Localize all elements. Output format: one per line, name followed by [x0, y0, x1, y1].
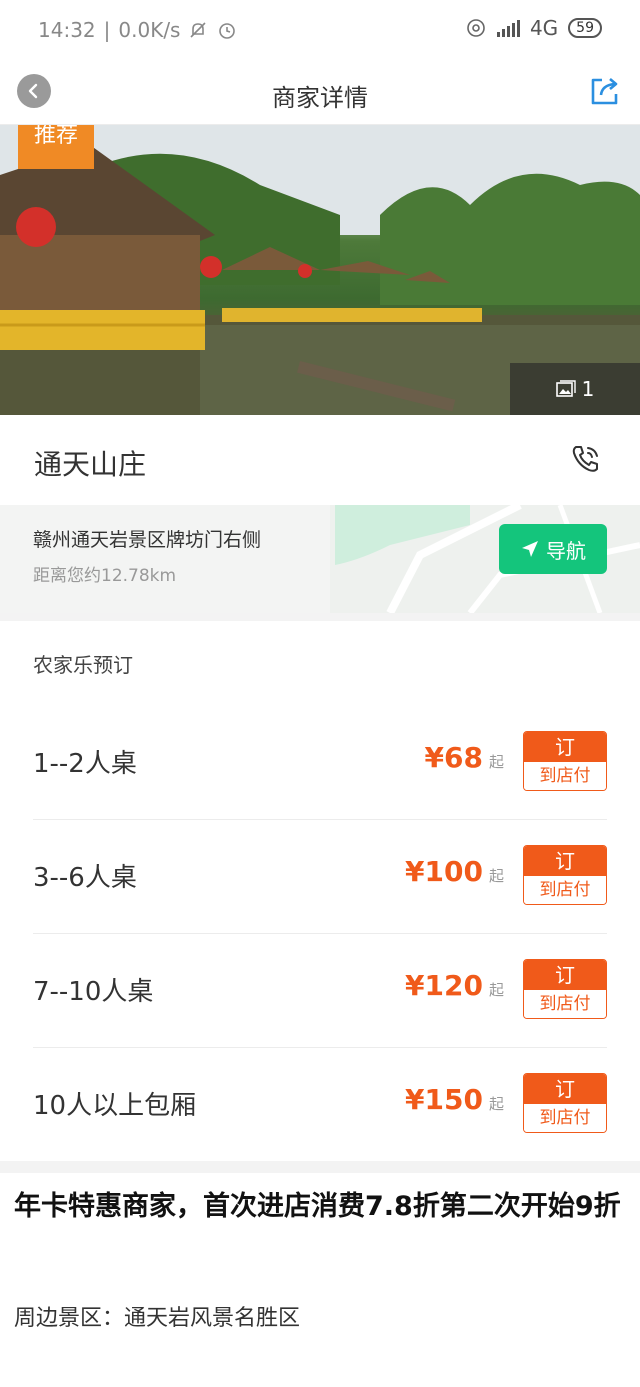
table-size: 1--2人桌 — [33, 749, 137, 779]
section-divider — [0, 613, 640, 621]
status-time: 14:32 — [38, 18, 96, 42]
order-label: 订 — [524, 1074, 606, 1104]
network-type: 4G — [529, 16, 559, 40]
status-right: 4G 59 — [465, 16, 602, 40]
alarm-icon — [219, 23, 236, 39]
table-size: 7--10人桌 — [33, 977, 154, 1007]
price-suffix: 起 — [488, 753, 504, 771]
order-button[interactable]: 订 到店付 — [523, 845, 607, 905]
navigation-arrow-icon — [522, 541, 538, 557]
booking-item[interactable]: 1--2人桌 ¥68 起 订 到店付 — [33, 705, 607, 820]
order-label: 订 — [524, 846, 606, 876]
status-separator: | — [103, 18, 111, 42]
pay-at-store-label: 到店付 — [524, 762, 606, 790]
phone-icon[interactable] — [570, 443, 602, 475]
price: ¥120 起 — [405, 969, 504, 1002]
price-value: ¥120 — [405, 969, 483, 1002]
distance-text: 距离您约12.78km — [33, 566, 177, 586]
navigate-button[interactable]: 导航 — [499, 524, 607, 574]
table-size: 10人以上包厢 — [33, 1091, 197, 1121]
booking-title: 农家乐预订 — [33, 653, 133, 677]
booking-item[interactable]: 10人以上包厢 ¥150 起 订 到店付 — [33, 1047, 607, 1161]
price-value: ¥150 — [405, 1083, 483, 1116]
nearby-attractions: 周边景区：通天岩风景名胜区 — [14, 1306, 301, 1331]
hotspot-icon — [467, 19, 485, 37]
battery-icon: 59 — [568, 18, 602, 38]
pay-at-store-label: 到店付 — [524, 876, 606, 904]
booking-item[interactable]: 7--10人桌 ¥120 起 订 到店付 — [33, 933, 607, 1048]
pay-at-store-label: 到店付 — [524, 990, 606, 1018]
address-map-block[interactable]: 赣州通天岩景区牌坊门右侧 距离您约12.78km 导航 — [0, 505, 640, 613]
shop-name: 通天山庄 — [34, 448, 147, 481]
promo-text: 年卡特惠商家，首次进店消费7.8折第二次开始9折 — [14, 1191, 621, 1222]
price-value: ¥100 — [405, 855, 483, 888]
address-text: 赣州通天岩景区牌坊门右侧 — [33, 529, 262, 551]
order-label: 订 — [524, 960, 606, 990]
status-bar: 14:32 | 0.0K/s 4G 59 — [0, 0, 640, 60]
top-nav-bar: 商家详情 — [0, 60, 640, 125]
price-suffix: 起 — [488, 1095, 504, 1113]
order-label: 订 — [524, 732, 606, 762]
net-speed: 0.0K/s — [118, 18, 181, 42]
price: ¥68 起 — [425, 741, 504, 774]
price-suffix: 起 — [488, 981, 504, 999]
photo-count-value: 1 — [581, 377, 595, 401]
recommend-tag: 推荐 — [18, 125, 94, 169]
order-button[interactable]: 订 到店付 — [523, 959, 607, 1019]
page-title: 商家详情 — [272, 84, 368, 112]
share-icon[interactable] — [588, 74, 622, 108]
table-size: 3--6人桌 — [33, 863, 137, 893]
section-divider — [0, 1161, 640, 1173]
booking-item[interactable]: 3--6人桌 ¥100 起 订 到店付 — [33, 819, 607, 934]
status-left: 14:32 | 0.0K/s — [38, 18, 238, 42]
price: ¥100 起 — [405, 855, 504, 888]
signal-icon — [496, 19, 520, 37]
navigate-label: 导航 — [546, 538, 586, 563]
order-button[interactable]: 订 到店付 — [523, 731, 607, 791]
image-gallery-icon — [555, 380, 576, 397]
mute-bell-icon — [190, 22, 207, 38]
photo-count-badge[interactable]: 1 — [510, 363, 640, 415]
price-value: ¥68 — [424, 741, 483, 774]
booking-section: 农家乐预订 1--2人桌 ¥68 起 订 到店付 3--6人桌 ¥100 起 订… — [0, 621, 640, 1161]
hero-photo[interactable]: 推荐 1 — [0, 125, 640, 415]
price: ¥150 起 — [405, 1083, 504, 1116]
pay-at-store-label: 到店付 — [524, 1104, 606, 1132]
shop-info-row: 通天山庄 — [0, 415, 640, 505]
order-button[interactable]: 订 到店付 — [523, 1073, 607, 1133]
price-suffix: 起 — [488, 867, 504, 885]
